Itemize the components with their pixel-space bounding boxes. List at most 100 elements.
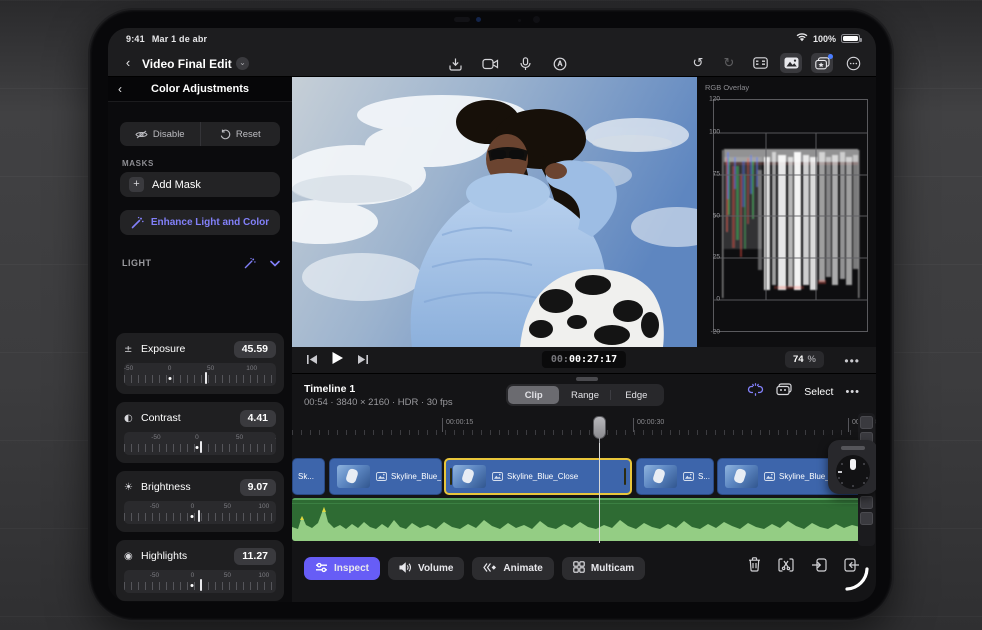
- project-title[interactable]: Video Final Edit: [142, 57, 232, 71]
- playhead[interactable]: [593, 416, 606, 443]
- tick-label: 100: [275, 434, 276, 441]
- transport-bar: 00:00:27:17 74% •••: [292, 347, 876, 374]
- tick-label: 0: [195, 434, 199, 441]
- clip-thumbnail: [453, 465, 486, 488]
- camera-icon[interactable]: [479, 54, 501, 74]
- slider-value-field[interactable]: 45.59: [233, 340, 276, 358]
- skip-back-icon[interactable]: [306, 352, 318, 370]
- slider-label: Contrast: [141, 412, 181, 424]
- tick-label: 100: [258, 572, 270, 579]
- eye-off-icon: [135, 130, 148, 138]
- clip-label: Skyline_Blue_Wide: [391, 472, 441, 481]
- viewer-zoom-level[interactable]: 74%: [784, 351, 824, 368]
- timeline-panel: Timeline 1 00:54 · 3840 × 2160 · HDR · 3…: [292, 374, 876, 602]
- timeline-more-icon[interactable]: •••: [845, 386, 860, 398]
- highlights-icon: ◉: [124, 550, 133, 562]
- reset-button[interactable]: Reset: [201, 122, 281, 146]
- mode-clip[interactable]: Clip: [508, 386, 560, 404]
- exposure-icon: ±: [124, 343, 133, 355]
- slider-ruler[interactable]: -50 0 50 100: [124, 363, 276, 386]
- clip-thumbnail: [644, 465, 677, 488]
- microphone-icon[interactable]: [514, 54, 536, 74]
- timecode-display[interactable]: 00:00:27:17: [541, 351, 627, 368]
- effects-icon[interactable]: [811, 53, 833, 73]
- more-icon[interactable]: [842, 53, 864, 73]
- edit-mode-segment: Clip Range Edge: [506, 384, 664, 406]
- slider-ruler[interactable]: -50 0 50 100: [124, 432, 276, 455]
- sensor-dot: [518, 19, 521, 22]
- multicam-icon: [573, 561, 585, 576]
- masks-section-label: MASKS: [122, 159, 154, 168]
- color-adjustments-sidebar: ‹ Color Adjustments Disable Reset MASKS …: [108, 77, 292, 602]
- media-browser-icon[interactable]: [780, 53, 802, 73]
- wifi-icon: [796, 33, 808, 44]
- magic-wand-icon: [131, 216, 144, 229]
- plus-icon: +: [129, 177, 144, 192]
- mode-range[interactable]: Range: [559, 386, 611, 404]
- slider-value-field[interactable]: 9.07: [239, 478, 276, 496]
- back-chevron-icon[interactable]: ‹: [120, 55, 136, 70]
- import-icon[interactable]: [444, 54, 466, 74]
- slider-value-field[interactable]: 4.41: [239, 409, 276, 427]
- redo-icon[interactable]: ↻: [718, 53, 740, 73]
- volume-button[interactable]: Volume: [388, 557, 465, 580]
- animate-button[interactable]: Animate: [472, 557, 554, 580]
- select-button[interactable]: Select: [804, 386, 833, 398]
- tick-label: 50: [223, 503, 231, 510]
- timeline-clip[interactable]: Skyline_Blue_Close: [444, 458, 632, 495]
- slider-ruler[interactable]: -50 0 50 100: [124, 501, 276, 524]
- brightness-icon: ☀: [124, 481, 133, 493]
- clip-appearance-icon[interactable]: [776, 383, 792, 401]
- add-mask-button[interactable]: + Add Mask: [120, 172, 280, 197]
- scope-axis-label: 50: [712, 212, 720, 219]
- inspector-icon[interactable]: [749, 53, 771, 73]
- timeline-drag-handle[interactable]: [576, 377, 598, 381]
- clip-label: S...: [698, 472, 711, 481]
- ruler-timecode-label: 00:00:30: [633, 418, 664, 432]
- overwrite-icon[interactable]: [811, 557, 827, 577]
- multicam-button[interactable]: Multicam: [561, 557, 646, 580]
- jog-wheel[interactable]: [828, 440, 876, 494]
- light-wand-icon[interactable]: [244, 257, 256, 269]
- pencil-icon[interactable]: [549, 54, 571, 74]
- unlink-icon[interactable]: [747, 383, 764, 401]
- light-sliders-list: ± Exposure 45.59 -50 0 50 100 ◐ Contrast 4.…: [116, 333, 284, 602]
- slider-value-field[interactable]: 11.27: [234, 547, 276, 565]
- slider-brightness: ☀ Brightness 9.07 -50 0 50 100: [116, 471, 284, 532]
- timeline-clip[interactable]: Sk...: [292, 458, 325, 495]
- sidebar-header: ‹ Color Adjustments: [108, 77, 292, 102]
- scope-axis-label: 120: [709, 95, 720, 103]
- timeline-ruler[interactable]: 00:00:1500:00:3000:00:45: [292, 413, 876, 435]
- tick-label: -50: [124, 365, 134, 372]
- inspect-button[interactable]: Inspect: [304, 557, 381, 580]
- slider-label: Highlights: [141, 550, 188, 562]
- skip-forward-icon[interactable]: [357, 352, 369, 370]
- disable-reset-segment: Disable Reset: [120, 122, 280, 146]
- ruler-timecode-label: 00:00:15: [442, 418, 473, 432]
- slider-ruler[interactable]: -50 0 50 100: [124, 570, 276, 593]
- title-dropdown-chevron-icon[interactable]: ⌄: [236, 57, 249, 70]
- timeline-clip[interactable]: S...: [636, 458, 714, 495]
- enhance-light-color-button[interactable]: Enhance Light and Color: [120, 210, 280, 235]
- viewer-more-icon[interactable]: •••: [844, 354, 860, 368]
- play-icon[interactable]: [331, 351, 344, 370]
- add-mask-label: Add Mask: [152, 178, 201, 191]
- zoom-value: 74: [792, 354, 804, 365]
- disable-label: Disable: [152, 128, 185, 140]
- corner-swipe-indicator: [845, 567, 869, 591]
- animate-icon: [483, 562, 497, 576]
- sidebar-back-chevron-icon[interactable]: ‹: [118, 82, 122, 96]
- disable-button[interactable]: Disable: [120, 122, 201, 146]
- chevron-down-icon[interactable]: [270, 260, 280, 267]
- trash-icon[interactable]: [748, 557, 761, 577]
- audio-track[interactable]: [292, 498, 860, 541]
- mode-edge[interactable]: Edge: [611, 386, 662, 404]
- front-sensor: [454, 17, 470, 22]
- undo-icon[interactable]: ↺: [687, 53, 709, 73]
- jog-handle[interactable]: [841, 446, 865, 450]
- jog-dial[interactable]: [836, 455, 870, 489]
- blade-icon[interactable]: [778, 557, 794, 577]
- slider-label: Exposure: [141, 343, 186, 355]
- tick-label: 0: [190, 572, 195, 579]
- timeline-clip[interactable]: Skyline_Blue_Wide: [329, 458, 442, 495]
